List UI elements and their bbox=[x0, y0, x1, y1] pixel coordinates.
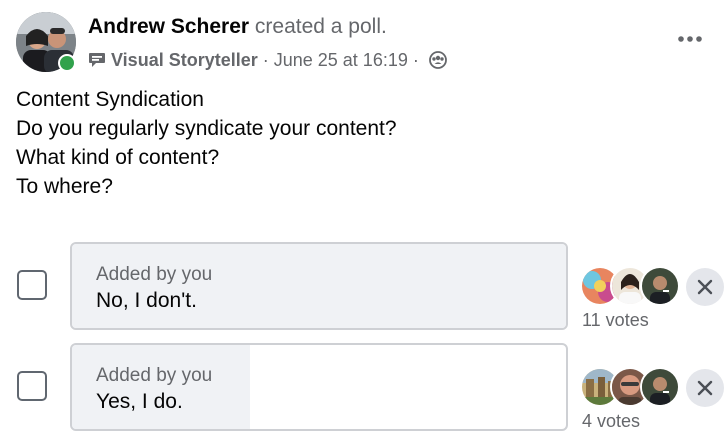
poll-option-button[interactable]: Added by you No, I don't. bbox=[70, 242, 568, 330]
option-label: Yes, I do. bbox=[96, 390, 183, 413]
poll-option-row: Added by you No, I don't. 11 votes bbox=[0, 242, 726, 330]
post-text-line: To where? bbox=[16, 175, 113, 198]
poll-option-checkbox[interactable] bbox=[17, 371, 47, 401]
post-more-button[interactable] bbox=[670, 25, 710, 53]
close-icon bbox=[697, 380, 713, 396]
post-text-line: Content Syndication bbox=[16, 88, 204, 111]
post-headline: Andrew Scherer created a poll. bbox=[88, 13, 387, 41]
poll-option-result-bar bbox=[72, 244, 566, 328]
voter-avatars[interactable] bbox=[580, 367, 680, 407]
author-name[interactable]: Andrew Scherer bbox=[88, 15, 249, 38]
poll-option-checkbox[interactable] bbox=[17, 270, 47, 300]
remove-option-button[interactable] bbox=[686, 268, 724, 306]
post-text-line: What kind of content? bbox=[16, 146, 220, 169]
option-added-by-label: Added by you bbox=[96, 264, 213, 285]
voter-avatar bbox=[640, 367, 680, 407]
poll-option-button[interactable]: Added by you Yes, I do. bbox=[70, 343, 568, 431]
vote-count[interactable]: 4 votes bbox=[582, 411, 640, 432]
post-timestamp[interactable]: June 25 at 16:19 bbox=[274, 50, 408, 71]
post-meta: Visual Storyteller · June 25 at 16:19 · bbox=[88, 48, 447, 72]
meta-separator: · bbox=[262, 49, 269, 70]
speech-bubble-badge-icon bbox=[88, 52, 106, 68]
remove-option-button[interactable] bbox=[686, 369, 724, 407]
group-badge-label[interactable]: Visual Storyteller bbox=[111, 50, 258, 71]
vote-count[interactable]: 11 votes bbox=[582, 310, 649, 331]
post-text: Content Syndication Do you regularly syn… bbox=[16, 85, 397, 201]
voter-avatar bbox=[640, 266, 680, 306]
more-horizontal-icon bbox=[678, 36, 702, 42]
poll-option-result-bar bbox=[72, 345, 250, 429]
option-label: No, I don't. bbox=[96, 289, 197, 312]
option-added-by-label: Added by you bbox=[96, 365, 213, 386]
poll-option-row: Added by you Yes, I do. 4 votes bbox=[0, 343, 726, 431]
post-action-text: created a poll. bbox=[249, 15, 387, 38]
post-text-line: Do you regularly syndicate your content? bbox=[16, 117, 397, 140]
close-icon bbox=[697, 279, 713, 295]
group-audience-icon[interactable] bbox=[428, 51, 447, 69]
meta-separator: · bbox=[412, 49, 419, 70]
voter-avatars[interactable] bbox=[580, 266, 680, 306]
online-status-indicator bbox=[58, 54, 76, 72]
